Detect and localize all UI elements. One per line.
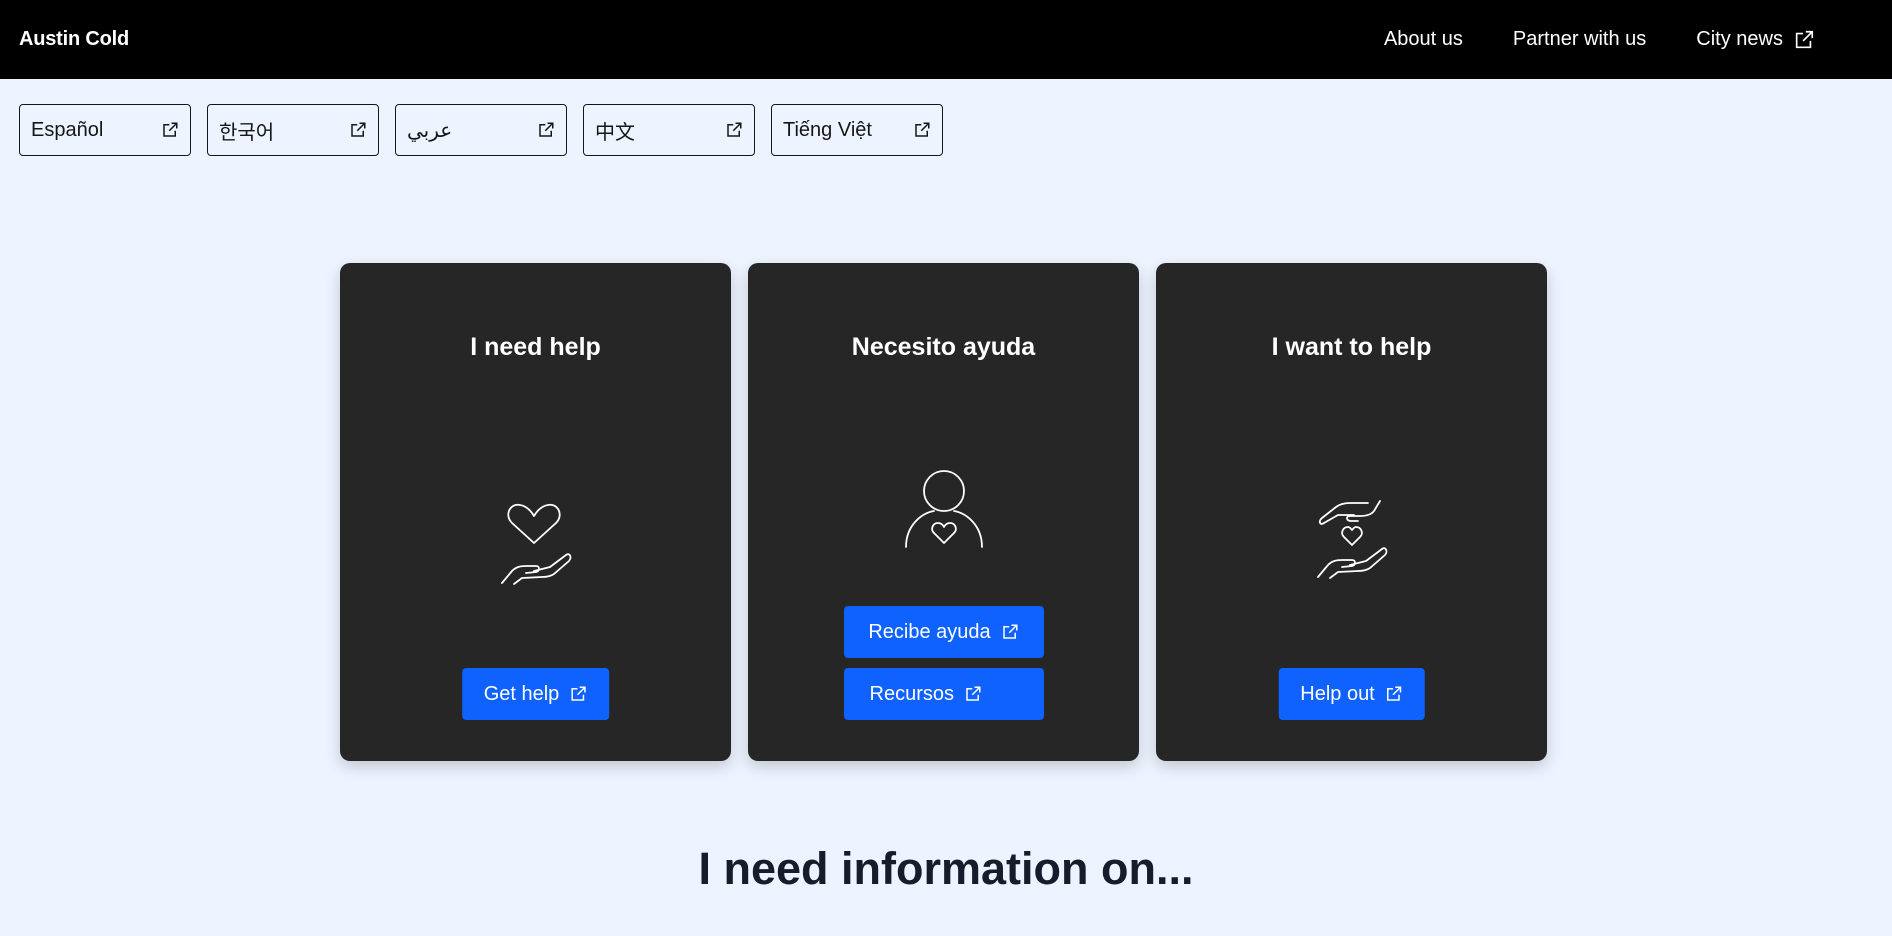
get-help-label: Get help (483, 682, 560, 705)
language-label: Tiếng Việt (783, 118, 872, 141)
language-link-vietnamese[interactable]: Tiếng Việt (771, 104, 943, 156)
nav-partner-with-us[interactable]: Partner with us (1488, 0, 1671, 79)
external-link-icon (571, 686, 586, 701)
card-title: I want to help (1271, 333, 1432, 361)
language-link-arabic[interactable]: عربي (395, 104, 567, 156)
language-link-chinese[interactable]: 中文 (583, 104, 755, 156)
get-help-button[interactable]: Get help (461, 668, 610, 720)
external-link-icon (539, 122, 554, 137)
card-title: I need help (470, 333, 601, 361)
external-link-icon (351, 122, 366, 137)
information-heading: I need information on... (698, 843, 1194, 894)
language-label: عربي (407, 119, 453, 142)
nav-about-us-label: About us (1383, 28, 1463, 50)
external-link-icon (1387, 686, 1402, 701)
heart-in-hand-icon (500, 503, 571, 585)
language-links: Español 한국어 عربي 中文 Tiếng Việt (19, 104, 943, 156)
help-cards: I need help Get help Necesito ayuda Reci… (340, 263, 1547, 761)
nav-city-news[interactable]: City news (1671, 0, 1815, 79)
recibe-ayuda-button[interactable]: Recibe ayuda (843, 606, 1044, 658)
top-nav: About us Partner with us City news (1359, 0, 1815, 79)
language-link-korean[interactable]: 한국어 (207, 104, 379, 156)
recursos-button[interactable]: Recursos (843, 668, 1044, 720)
nav-about-us[interactable]: About us (1359, 0, 1488, 79)
brand-name[interactable]: Austin Cold (19, 28, 129, 51)
help-out-button[interactable]: Help out (1278, 668, 1425, 720)
external-link-icon (915, 122, 930, 137)
external-link-icon (727, 122, 742, 137)
card-i-want-to-help: I want to help Help out (1156, 263, 1547, 761)
external-link-icon (1795, 30, 1814, 48)
top-navigation-bar: Austin Cold About us Partner with us Cit… (0, 0, 1892, 79)
external-link-icon (163, 122, 178, 137)
hands-holding-heart-icon (1316, 500, 1387, 579)
external-link-icon (1002, 624, 1018, 639)
nav-partner-label: Partner with us (1512, 28, 1647, 50)
help-out-label: Help out (1300, 682, 1375, 705)
nav-city-news-label: City news (1696, 28, 1783, 50)
person-with-heart-icon (904, 470, 983, 548)
language-label: 中文 (595, 121, 635, 144)
card-necesito-ayuda: Necesito ayuda Recibe ayuda Recursos (748, 263, 1139, 761)
card-i-need-help: I need help Get help (340, 263, 731, 761)
external-link-icon (966, 686, 981, 701)
language-label: Español (31, 118, 104, 141)
recursos-label: Recursos (869, 682, 954, 705)
language-link-spanish[interactable]: Español (19, 104, 191, 156)
language-label: 한국어 (219, 121, 275, 144)
card-title: Necesito ayuda (851, 333, 1036, 361)
recibe-ayuda-label: Recibe ayuda (868, 620, 991, 643)
